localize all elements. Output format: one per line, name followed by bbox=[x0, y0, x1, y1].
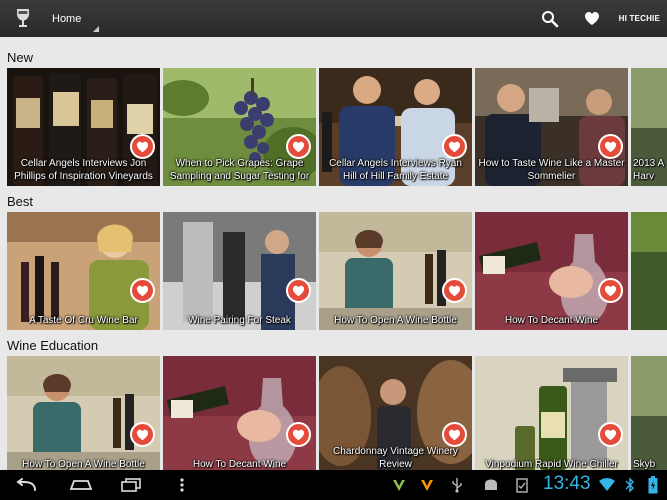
overflow-dots-icon bbox=[180, 478, 184, 492]
video-title: 2013 A Harv bbox=[633, 158, 664, 182]
video-tile[interactable]: How To Decant Wine bbox=[475, 212, 628, 330]
navigation-dropdown-label: Home bbox=[52, 12, 82, 25]
video-title: A Taste Of Cru Wine Bar bbox=[29, 314, 138, 326]
video-tile[interactable] bbox=[631, 212, 667, 330]
heart-icon bbox=[448, 141, 461, 152]
favorite-button[interactable] bbox=[442, 134, 467, 159]
favorite-button[interactable] bbox=[286, 422, 311, 447]
favorite-button[interactable] bbox=[286, 134, 311, 159]
app-logo-wine-glass-icon[interactable] bbox=[8, 0, 38, 37]
status-clock: 13:43 bbox=[543, 473, 591, 494]
heart-icon bbox=[292, 141, 305, 152]
home-button[interactable] bbox=[63, 470, 99, 500]
video-tile[interactable]: Cellar Angels Interviews Jon Phillips of… bbox=[7, 68, 160, 186]
video-tile[interactable]: How To Open A Wine Bottle bbox=[7, 356, 160, 474]
video-tile[interactable]: How To Decant Wine bbox=[163, 356, 316, 474]
heart-icon bbox=[604, 141, 617, 152]
favorite-button[interactable] bbox=[130, 422, 155, 447]
favorites-button[interactable] bbox=[571, 0, 613, 37]
video-tile[interactable]: Skyb bbox=[631, 356, 667, 474]
video-title: How to Taste Wine Like a Master Sommelie… bbox=[478, 158, 625, 182]
home-icon bbox=[69, 480, 93, 490]
video-tile[interactable]: How to Taste Wine Like a Master Sommelie… bbox=[475, 68, 628, 186]
video-thumbnail bbox=[163, 212, 316, 330]
video-thumbnail bbox=[475, 212, 628, 330]
video-row-best[interactable]: A Taste Of Cru Wine Bar Wine Pairing For… bbox=[0, 212, 667, 330]
video-tile[interactable]: Wine Pairing For Steak bbox=[163, 212, 316, 330]
system-navigation-bar: 13:43 bbox=[0, 470, 667, 500]
video-thumbnail bbox=[475, 356, 628, 474]
heart-icon bbox=[136, 141, 149, 152]
video-tile[interactable]: Cellar Angels Interviews Ryan Hill of Hi… bbox=[319, 68, 472, 186]
clipboard-icon bbox=[512, 470, 532, 500]
section-title-new: New bbox=[7, 50, 34, 65]
heart-icon bbox=[584, 12, 599, 25]
menu-overflow-button[interactable] bbox=[174, 470, 190, 500]
video-tile[interactable]: Chardonnay Vintage Winery Review bbox=[319, 356, 472, 474]
video-tile[interactable]: A Taste Of Cru Wine Bar bbox=[7, 212, 160, 330]
favorite-button[interactable] bbox=[442, 278, 467, 303]
section-title-wine-education: Wine Education bbox=[7, 338, 99, 353]
search-button[interactable] bbox=[529, 0, 571, 37]
heart-icon bbox=[448, 285, 461, 296]
video-title: Cellar Angels Interviews Jon Phillips of… bbox=[14, 158, 153, 182]
back-arrow-icon bbox=[16, 478, 36, 491]
android-debug-icon bbox=[481, 470, 501, 500]
favorite-button[interactable] bbox=[130, 278, 155, 303]
favorite-button[interactable] bbox=[442, 422, 467, 447]
back-button[interactable] bbox=[10, 470, 44, 500]
video-thumbnail bbox=[631, 212, 667, 330]
video-title: How To Open A Wine Bottle bbox=[334, 314, 457, 326]
heart-icon bbox=[604, 285, 617, 296]
heart-icon bbox=[136, 429, 149, 440]
favorite-button[interactable] bbox=[598, 134, 623, 159]
action-bar: Home HI TECHIE bbox=[0, 0, 667, 37]
notification-v-orange-icon[interactable] bbox=[418, 470, 436, 500]
wifi-icon bbox=[597, 470, 617, 500]
search-icon bbox=[541, 10, 558, 27]
heart-icon bbox=[292, 285, 305, 296]
favorite-button[interactable] bbox=[598, 422, 623, 447]
dropdown-corner-icon bbox=[93, 26, 100, 32]
video-title: How To Decant Wine bbox=[504, 314, 599, 326]
favorite-button[interactable] bbox=[130, 134, 155, 159]
heart-icon bbox=[448, 429, 461, 440]
recent-apps-icon bbox=[121, 478, 141, 492]
notification-v-green-icon[interactable] bbox=[390, 470, 408, 500]
favorite-button[interactable] bbox=[598, 278, 623, 303]
bluetooth-icon bbox=[620, 470, 640, 500]
recent-apps-button[interactable] bbox=[114, 470, 148, 500]
video-thumbnail bbox=[7, 356, 160, 474]
video-tile[interactable]: Vinpodium Rapid Wine Chiller bbox=[475, 356, 628, 474]
video-title: Cellar Angels Interviews Ryan Hill of Hi… bbox=[329, 158, 462, 182]
section-title-best: Best bbox=[7, 194, 34, 209]
heart-icon bbox=[604, 429, 617, 440]
video-thumbnail bbox=[319, 212, 472, 330]
video-thumbnail bbox=[7, 212, 160, 330]
video-title: Chardonnay Vintage Winery Review bbox=[333, 446, 458, 470]
video-title: Wine Pairing For Steak bbox=[188, 314, 291, 326]
video-title: When to Pick Grapes: Grape Sampling and … bbox=[169, 158, 310, 182]
navigation-dropdown[interactable]: Home bbox=[52, 0, 103, 37]
video-row-new[interactable]: Cellar Angels Interviews Jon Phillips of… bbox=[0, 68, 667, 186]
favorite-button[interactable] bbox=[286, 278, 311, 303]
battery-icon bbox=[643, 470, 663, 500]
usb-icon bbox=[448, 470, 466, 500]
video-tile[interactable]: How To Open A Wine Bottle bbox=[319, 212, 472, 330]
heart-icon bbox=[292, 429, 305, 440]
user-account-label[interactable]: HI TECHIE bbox=[613, 14, 667, 23]
video-thumbnail bbox=[163, 356, 316, 474]
video-row-wine-education[interactable]: How To Open A Wine Bottle How To Decant … bbox=[0, 356, 667, 474]
heart-icon bbox=[136, 285, 149, 296]
video-thumbnail bbox=[631, 356, 667, 474]
video-tile[interactable]: 2013 A Harv bbox=[631, 68, 667, 186]
video-tile[interactable]: When to Pick Grapes: Grape Sampling and … bbox=[163, 68, 316, 186]
